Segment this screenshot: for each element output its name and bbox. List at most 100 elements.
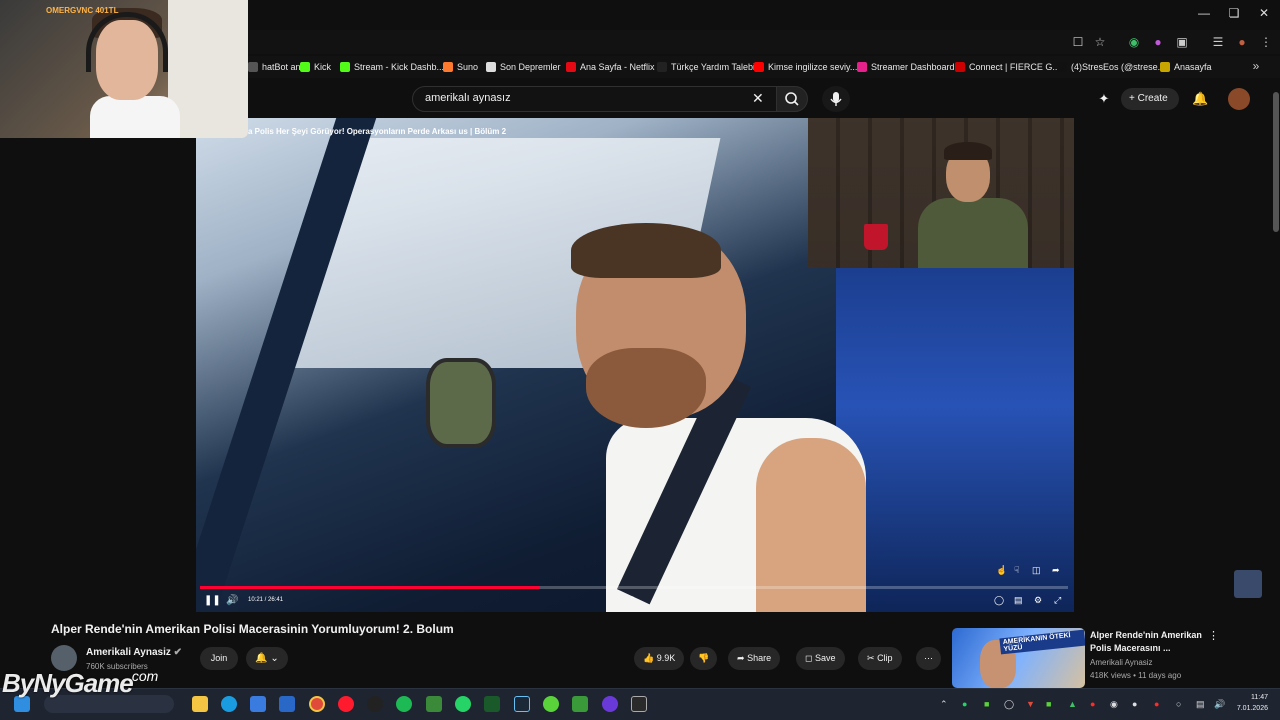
like-overlay-icon[interactable]: ☝ — [996, 565, 1007, 576]
file-explorer-icon[interactable] — [192, 696, 208, 712]
tray-steam-icon[interactable]: ◉ — [1110, 699, 1118, 710]
bookmark-item[interactable]: Stream - Kick Dashb... — [340, 58, 444, 76]
media-controls-icon[interactable]: ☰ — [1210, 34, 1226, 50]
bookmark-item[interactable]: Ana Sayfa - Netflix — [566, 58, 655, 76]
bookmark-star-icon[interactable]: ☆ — [1092, 34, 1108, 50]
bookmark-item[interactable]: Türkçe Yardım Talebi — [657, 58, 755, 76]
floating-mini-thumbnail[interactable] — [1234, 570, 1262, 598]
voice-search-button[interactable] — [822, 86, 850, 112]
epic-games-icon[interactable] — [631, 696, 647, 712]
spotify-icon[interactable] — [396, 696, 412, 712]
obs-icon[interactable] — [367, 696, 383, 712]
account-avatar[interactable] — [1228, 88, 1250, 110]
tray-app-icon[interactable]: ■ — [984, 699, 989, 709]
bookmark-item[interactable]: Suno — [443, 58, 478, 76]
minecraft-icon[interactable] — [572, 696, 588, 712]
bookmark-favicon-icon — [857, 62, 867, 72]
mail-icon[interactable] — [279, 696, 295, 712]
recommended-menu-icon[interactable]: ⋮ — [1208, 629, 1219, 642]
settings-gear-icon[interactable]: ⚙ — [1034, 595, 1042, 606]
tray-green-icon[interactable]: ■ — [1046, 699, 1051, 709]
tray-clock-app-icon[interactable]: ◯ — [1004, 699, 1014, 710]
volume-icon[interactable]: 🔊 — [226, 595, 238, 606]
video-player[interactable]: a Polis Her Şeyi Görüyor! Operasyonların… — [196, 118, 1074, 612]
sparkle-icon[interactable]: ✦ — [1096, 91, 1112, 107]
opera-gx-icon[interactable] — [338, 696, 354, 712]
tray-chevron-icon[interactable]: ⌃ — [940, 699, 948, 710]
bookmark-item[interactable]: Connect | FIERCE G... — [955, 58, 1060, 76]
chrome-icon[interactable] — [309, 696, 325, 712]
notifications-bell-icon[interactable]: 🔔 — [1192, 91, 1208, 107]
chevron-down-icon: ⌄ — [270, 653, 279, 664]
channel-name-text[interactable]: Amerikali Aynasiz — [86, 647, 171, 658]
subtitles-icon[interactable]: ▤ — [1014, 595, 1023, 606]
more-bookmarks-icon[interactable]: » — [1248, 58, 1264, 74]
extensions-puzzle-icon[interactable]: ▣ — [1174, 34, 1190, 50]
tray-red-icon[interactable]: ▼ — [1026, 699, 1035, 709]
channel-name[interactable]: Amerikali Aynasiz ✔ — [86, 647, 182, 658]
more-actions-button[interactable]: ⋯ — [916, 647, 941, 670]
extension-purple-icon[interactable]: ● — [1150, 34, 1166, 50]
share-button[interactable]: ➦ Share — [728, 647, 781, 670]
autoplay-toggle-icon[interactable]: ◯ — [994, 595, 1004, 606]
tray-discord-icon[interactable]: ● — [1132, 699, 1137, 709]
progress-played[interactable] — [200, 586, 539, 589]
recommended-channel[interactable]: Amerikali Aynasiz — [1090, 658, 1153, 667]
store-icon[interactable] — [250, 696, 266, 712]
bookmark-item[interactable]: Streamer Dashboard — [857, 58, 955, 76]
save-button[interactable]: ◻ Save — [796, 647, 845, 670]
network-icon[interactable]: ▤ — [1196, 699, 1205, 710]
create-button[interactable]: + Create — [1121, 88, 1179, 110]
bookmark-item[interactable]: Anasayfa — [1160, 58, 1212, 76]
subscription-bell-button[interactable]: 🔔 ⌄ — [246, 647, 288, 670]
tray-record-icon[interactable]: ● — [1090, 699, 1095, 709]
volume-tray-icon[interactable]: 🔊 — [1214, 699, 1225, 710]
recommended-title[interactable]: Alper Rende'nin Amerikan Polis Macerasın… — [1090, 629, 1206, 655]
like-button[interactable]: 👍 9.9K — [634, 647, 685, 670]
purple-app-icon[interactable] — [602, 696, 618, 712]
comments-overlay-icon[interactable]: ◫ — [1032, 565, 1041, 576]
close-window-icon[interactable]: ✕ — [1254, 6, 1274, 20]
steam-icon[interactable] — [514, 696, 530, 712]
player-overlay-title: a Polis Her Şeyi Görüyor! Operasyonların… — [248, 127, 507, 136]
streamer-webcam: OMERGVNC 401TL — [0, 0, 248, 138]
dislike-button[interactable]: 👎 — [690, 647, 718, 670]
tray-whatsapp-icon[interactable]: ● — [962, 699, 967, 709]
scrollbar-thumb[interactable] — [1273, 92, 1279, 232]
maximize-icon[interactable]: ❏ — [1224, 6, 1244, 20]
extension-shield-icon[interactable]: ◉ — [1126, 34, 1142, 50]
taskbar-time[interactable]: 11:47 — [1246, 694, 1268, 701]
join-button[interactable]: Join — [200, 647, 238, 670]
dislike-overlay-icon[interactable]: ☟ — [1014, 565, 1019, 576]
clear-search-icon[interactable]: ✕ — [752, 90, 764, 107]
tray-alert-icon[interactable]: ● — [1154, 699, 1159, 709]
video-frame-seat — [836, 268, 1074, 612]
tray-shield-icon[interactable]: ▲ — [1068, 699, 1077, 709]
whatsapp-icon[interactable] — [455, 696, 471, 712]
profile-icon[interactable]: ● — [1234, 34, 1250, 50]
taskbar-date[interactable]: 7.01.2026 — [1232, 705, 1268, 712]
share-overlay-icon[interactable]: ➦ — [1052, 565, 1060, 576]
microphone-tray-icon[interactable]: ○ — [1176, 699, 1181, 709]
chapter-expand-icon[interactable]: ⌃ — [629, 595, 637, 606]
green-app-icon[interactable] — [426, 696, 442, 712]
kick-app-icon[interactable] — [484, 696, 500, 712]
install-app-icon[interactable]: ☐ — [1070, 34, 1086, 50]
xbox-icon[interactable] — [543, 696, 559, 712]
pause-icon[interactable]: ❚❚ — [204, 595, 221, 606]
search-button[interactable] — [776, 86, 808, 112]
minimize-icon[interactable]: — — [1194, 6, 1214, 20]
bookmark-label: Stream - Kick Dashb... — [354, 62, 445, 72]
bookmark-item[interactable]: (4)StresEos (@strese... — [1057, 58, 1165, 76]
bookmark-item[interactable]: Kick — [300, 58, 331, 76]
bookmark-item[interactable]: Son Depremler — [486, 58, 561, 76]
share-arrow-icon: ➦ — [737, 653, 745, 663]
plus-icon: + — [1129, 93, 1138, 104]
recommended-thumbnail[interactable]: AMERİKANIN ÖTEKİ YÜZÜ — [952, 628, 1085, 688]
clip-button[interactable]: ✂ Clip — [858, 647, 902, 670]
edge-icon[interactable] — [221, 696, 237, 712]
bookmark-item[interactable]: Kimse ingilizce seviy... — [754, 58, 857, 76]
fullscreen-exit-icon[interactable]: ⤢ — [1054, 595, 1061, 606]
search-input[interactable]: amerikalı aynasız — [425, 92, 511, 104]
browser-menu-icon[interactable]: ⋮ — [1258, 34, 1274, 50]
